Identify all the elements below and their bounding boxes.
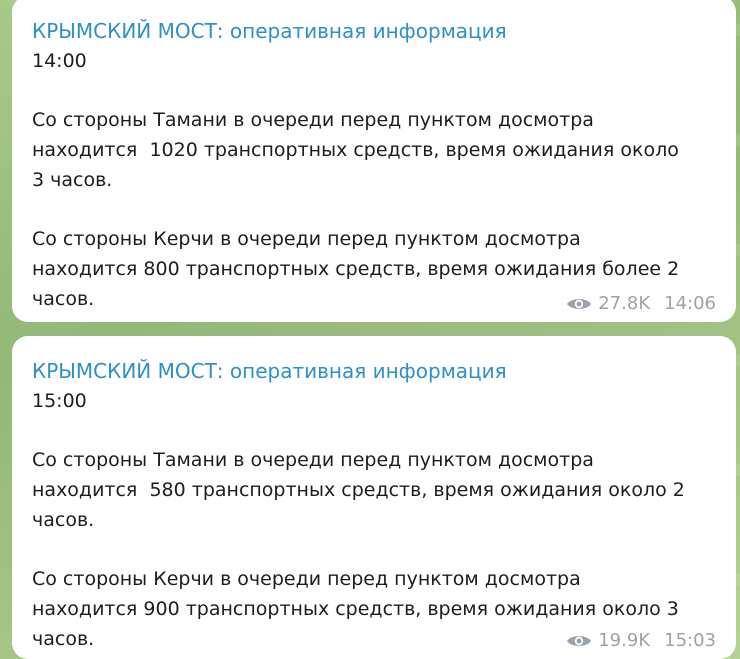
message-line: Со стороны Керчи в очереди перед пунктом… [32,228,581,250]
message-line: находится 580 транспортных средств, врем… [32,479,685,501]
eye-icon [567,636,592,646]
eye-icon [567,299,592,309]
message-line: часов. [32,509,95,531]
message-meta: 19.9K 15:03 [566,629,716,653]
view-count: 27.8K [598,293,651,314]
post-time: 14:06 [664,293,716,314]
message-bubble[interactable]: КРЫМСКИЙ МОСТ: оперативная информация 15… [12,336,736,659]
message-text: 14:00 Со стороны Тамани в очереди перед … [32,46,716,314]
message-text: 15:00 Со стороны Тамани в очереди перед … [32,386,716,654]
message-line: Со стороны Керчи в очереди перед пунктом… [32,568,581,590]
channel-name[interactable]: КРЫМСКИЙ МОСТ: оперативная информация [32,16,716,46]
message-time-header: 14:00 [32,50,87,72]
message-time-header: 15:00 [32,390,87,412]
message-bubble[interactable]: КРЫМСКИЙ МОСТ: оперативная информация 14… [12,0,736,322]
message-line: находится 900 транспортных средств, врем… [32,598,679,620]
message-line: находится 800 транспортных средств, врем… [32,258,680,280]
message-line: Со стороны Тамани в очереди перед пункто… [32,449,594,471]
channel-name[interactable]: КРЫМСКИЙ МОСТ: оперативная информация [32,356,716,386]
message-line: Со стороны Тамани в очереди перед пункто… [32,109,594,131]
message-meta: 27.8K 14:06 [566,292,716,316]
message-line: находится 1020 транспортных средств, вре… [32,139,679,161]
post-time: 15:03 [664,630,716,651]
message-line: 3 часов. [32,169,113,191]
view-count: 19.9K [598,630,651,651]
